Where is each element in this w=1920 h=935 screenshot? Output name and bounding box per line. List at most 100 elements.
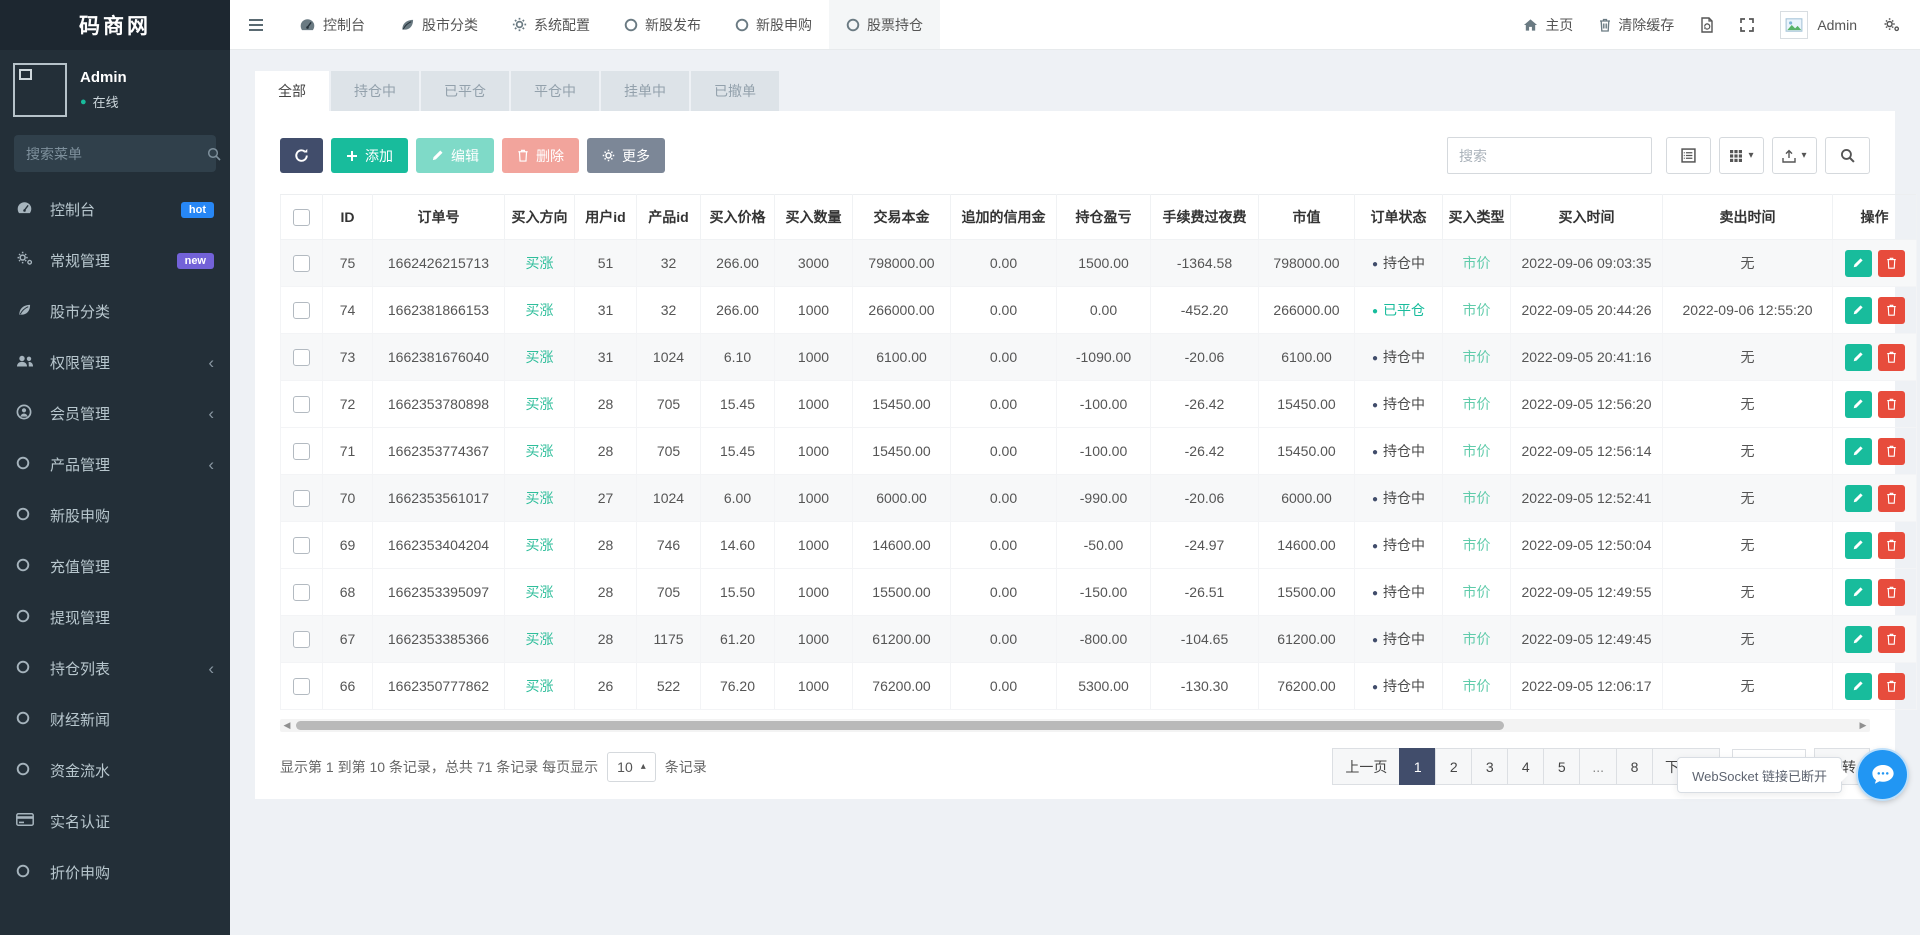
row-edit-button[interactable]: [1845, 485, 1872, 512]
page-prev[interactable]: 上一页: [1332, 748, 1400, 785]
row-edit-button[interactable]: [1845, 438, 1872, 465]
sidebar-item-1[interactable]: 常规管理new: [0, 235, 230, 286]
table-search-input[interactable]: [1447, 137, 1652, 174]
page-3[interactable]: 3: [1471, 748, 1508, 785]
row-delete-button[interactable]: [1878, 344, 1905, 371]
row-delete-button[interactable]: [1878, 297, 1905, 324]
page-1[interactable]: 1: [1399, 748, 1436, 785]
page-5[interactable]: 5: [1543, 748, 1580, 785]
home-link[interactable]: 主页: [1523, 15, 1573, 35]
user-menu[interactable]: Admin: [1780, 11, 1857, 39]
cell-buy-type: 市价: [1443, 522, 1511, 569]
delete-button[interactable]: 删除: [502, 138, 579, 173]
row-delete-button[interactable]: [1878, 532, 1905, 559]
scroll-left-arrow-icon[interactable]: ◀: [280, 719, 294, 732]
filter-tab-5[interactable]: 已撤单: [691, 71, 779, 111]
row-delete-button[interactable]: [1878, 485, 1905, 512]
sidebar-item-6[interactable]: 新股申购: [0, 490, 230, 541]
status-dot-icon: ●: [1372, 353, 1378, 364]
row-edit-button[interactable]: [1845, 297, 1872, 324]
sidebar-item-11[interactable]: 资金流水: [0, 745, 230, 796]
sidebar-item-3[interactable]: 权限管理‹: [0, 337, 230, 388]
topnav-tab-0[interactable]: 控制台: [282, 0, 382, 49]
scrollbar-thumb[interactable]: [296, 721, 1504, 730]
horizontal-scrollbar[interactable]: ◀ ▶: [280, 719, 1870, 732]
edit-button[interactable]: 编辑: [416, 138, 494, 173]
filter-tab-1[interactable]: 持仓中: [331, 71, 419, 111]
page-8[interactable]: 8: [1616, 748, 1653, 785]
row-checkbox[interactable]: [293, 490, 310, 507]
topnav-tab-4[interactable]: 新股申购: [718, 0, 829, 49]
sidebar-search-input[interactable]: [26, 146, 207, 162]
brand-logo[interactable]: 码商网: [0, 0, 230, 50]
export-button[interactable]: ▾: [1772, 137, 1817, 174]
sidebar-item-5[interactable]: 产品管理‹: [0, 439, 230, 490]
row-delete-button[interactable]: [1878, 250, 1905, 277]
cell-actions: [1833, 428, 1917, 475]
column-header-3: 用户id: [575, 195, 637, 240]
row-edit-button[interactable]: [1845, 579, 1872, 606]
row-edit-button[interactable]: [1845, 626, 1872, 653]
topnav-tab-1[interactable]: 股市分类: [382, 0, 495, 49]
menu-toggle-icon[interactable]: [230, 0, 282, 49]
row-edit-button[interactable]: [1845, 532, 1872, 559]
add-button[interactable]: 添加: [331, 138, 408, 173]
refresh-icon: [294, 148, 309, 163]
row-edit-button[interactable]: [1845, 344, 1872, 371]
more-button[interactable]: 更多: [587, 138, 665, 173]
sidebar-item-8[interactable]: 提现管理: [0, 592, 230, 643]
columns-button[interactable]: ▾: [1719, 137, 1764, 174]
sidebar-item-9[interactable]: 持仓列表‹: [0, 643, 230, 694]
clear-cache-link[interactable]: 清除缓存: [1599, 15, 1674, 35]
fullscreen-icon[interactable]: [1740, 18, 1754, 32]
page-4[interactable]: 4: [1507, 748, 1544, 785]
topnav-tab-3[interactable]: 新股发布: [607, 0, 718, 49]
doc-refresh-icon[interactable]: [1700, 17, 1714, 33]
filter-tab-4[interactable]: 挂单中: [601, 71, 689, 111]
sidebar-item-2[interactable]: 股市分类: [0, 286, 230, 337]
cell-added_credit: 0.00: [951, 569, 1057, 616]
scroll-right-arrow-icon[interactable]: ▶: [1856, 719, 1870, 732]
toggle-view-button[interactable]: [1666, 137, 1711, 174]
row-delete-button[interactable]: [1878, 673, 1905, 700]
row-checkbox[interactable]: [293, 631, 310, 648]
sidebar-item-0[interactable]: 控制台hot: [0, 184, 230, 235]
sidebar-item-10[interactable]: 财经新闻: [0, 694, 230, 745]
page-size-select[interactable]: 10▴: [607, 752, 656, 782]
row-checkbox[interactable]: [293, 302, 310, 319]
row-edit-button[interactable]: [1845, 673, 1872, 700]
sidebar-item-12[interactable]: 实名认证: [0, 796, 230, 847]
search-icon[interactable]: [207, 147, 221, 161]
row-checkbox[interactable]: [293, 396, 310, 413]
row-checkbox[interactable]: [293, 349, 310, 366]
page-2[interactable]: 2: [1435, 748, 1472, 785]
cell-id: 66: [323, 663, 373, 710]
topnav-tab-2[interactable]: 系统配置: [495, 0, 607, 49]
topnav-tab-5[interactable]: 股票持仓: [829, 0, 940, 49]
row-delete-button[interactable]: [1878, 626, 1905, 653]
row-checkbox[interactable]: [293, 537, 310, 554]
search-button[interactable]: [1825, 137, 1870, 174]
cell-market_value: 15450.00: [1259, 428, 1355, 475]
row-checkbox[interactable]: [293, 443, 310, 460]
row-edit-button[interactable]: [1845, 250, 1872, 277]
row-checkbox[interactable]: [293, 255, 310, 272]
row-checkbox[interactable]: [293, 584, 310, 601]
row-delete-button[interactable]: [1878, 438, 1905, 465]
filter-tab-3[interactable]: 平仓中: [511, 71, 599, 111]
row-edit-button[interactable]: [1845, 391, 1872, 418]
row-delete-button[interactable]: [1878, 579, 1905, 606]
customer-service-chat-button[interactable]: [1858, 750, 1907, 799]
sidebar-item-4[interactable]: 会员管理‹: [0, 388, 230, 439]
sidebar-item-13[interactable]: 折价申购: [0, 847, 230, 898]
cell-added_credit: 0.00: [951, 522, 1057, 569]
settings-gears-icon[interactable]: [1883, 17, 1900, 33]
refresh-button[interactable]: [280, 138, 323, 173]
select-all-checkbox[interactable]: [293, 209, 310, 226]
cell-direction: 买涨: [505, 663, 575, 710]
filter-tab-2[interactable]: 已平仓: [421, 71, 509, 111]
sidebar-item-7[interactable]: 充值管理: [0, 541, 230, 592]
row-checkbox[interactable]: [293, 678, 310, 695]
filter-tab-0[interactable]: 全部: [255, 71, 329, 111]
row-delete-button[interactable]: [1878, 391, 1905, 418]
